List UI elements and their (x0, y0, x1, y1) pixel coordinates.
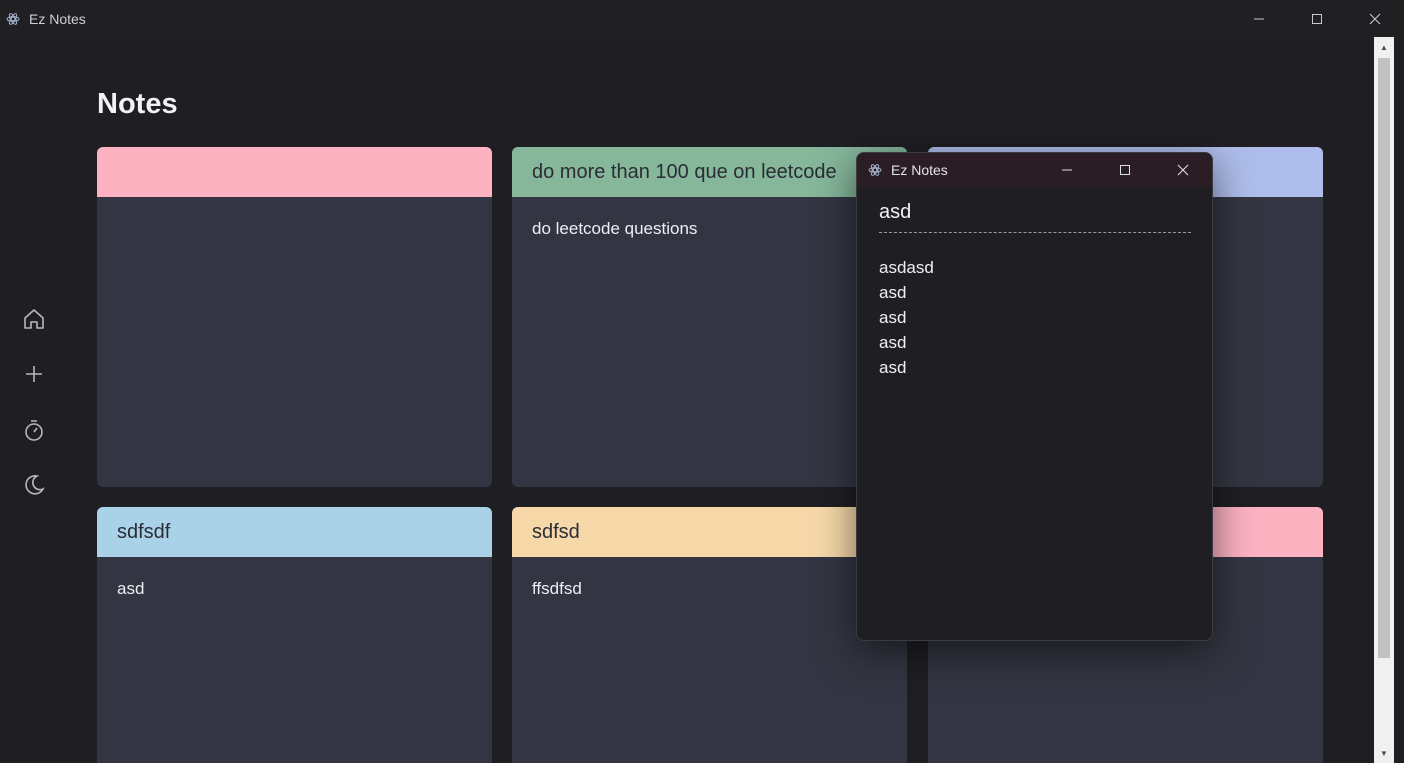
minimize-button[interactable] (1230, 0, 1288, 37)
app-logo-icon (5, 11, 21, 27)
card-header: sdfsdf (97, 507, 492, 557)
note-card[interactable] (97, 147, 492, 487)
note-card[interactable]: sdfsd ffsdfsd (512, 507, 907, 763)
note-line: asd (879, 308, 907, 327)
note-card[interactable]: sdfsdf asd (97, 507, 492, 763)
popup-close-button[interactable] (1154, 153, 1212, 187)
home-icon[interactable] (22, 307, 46, 331)
timer-icon[interactable] (22, 418, 46, 442)
card-body: asd (117, 579, 145, 598)
card-header (97, 147, 492, 197)
page-title: Notes (97, 88, 178, 120)
scroll-thumb[interactable] (1378, 58, 1390, 658)
plus-icon[interactable] (22, 362, 46, 386)
maximize-button[interactable] (1288, 0, 1346, 37)
vertical-scrollbar[interactable]: ▲ ▼ (1374, 37, 1394, 763)
card-title: sdfsdf (117, 520, 171, 543)
popup-minimize-button[interactable] (1038, 153, 1096, 187)
window-titlebar: Ez Notes (0, 0, 1404, 37)
note-popup-window: Ez Notes asd asdasd asd asd asd asd (856, 152, 1213, 641)
card-body: ffsdfsd (532, 579, 582, 598)
note-title[interactable]: asd (879, 201, 1191, 233)
note-card[interactable]: do more than 100 que on leetcode do leet… (512, 147, 907, 487)
note-line: asd (879, 283, 907, 302)
sidebar (0, 37, 70, 763)
note-line: asd (879, 333, 907, 352)
close-button[interactable] (1346, 0, 1404, 37)
note-line: asd (879, 358, 907, 377)
scroll-up-icon[interactable]: ▲ (1376, 39, 1392, 55)
note-line: asdasd (879, 258, 934, 277)
card-body: do leetcode questions (532, 219, 698, 238)
card-header: sdfsd (512, 507, 907, 557)
window-title: Ez Notes (29, 10, 86, 27)
card-title: sdfsd (532, 520, 580, 543)
popup-titlebar: Ez Notes (857, 153, 1212, 187)
note-content[interactable]: asdasd asd asd asd asd (879, 255, 1190, 380)
popup-maximize-button[interactable] (1096, 153, 1154, 187)
card-title: do more than 100 que on leetcode (532, 160, 837, 183)
card-header: do more than 100 que on leetcode (512, 147, 907, 197)
popup-title: Ez Notes (891, 162, 948, 178)
moon-icon[interactable] (22, 473, 46, 497)
app-logo-icon (867, 162, 883, 178)
card-body (97, 197, 492, 241)
scroll-down-icon[interactable]: ▼ (1376, 745, 1392, 761)
